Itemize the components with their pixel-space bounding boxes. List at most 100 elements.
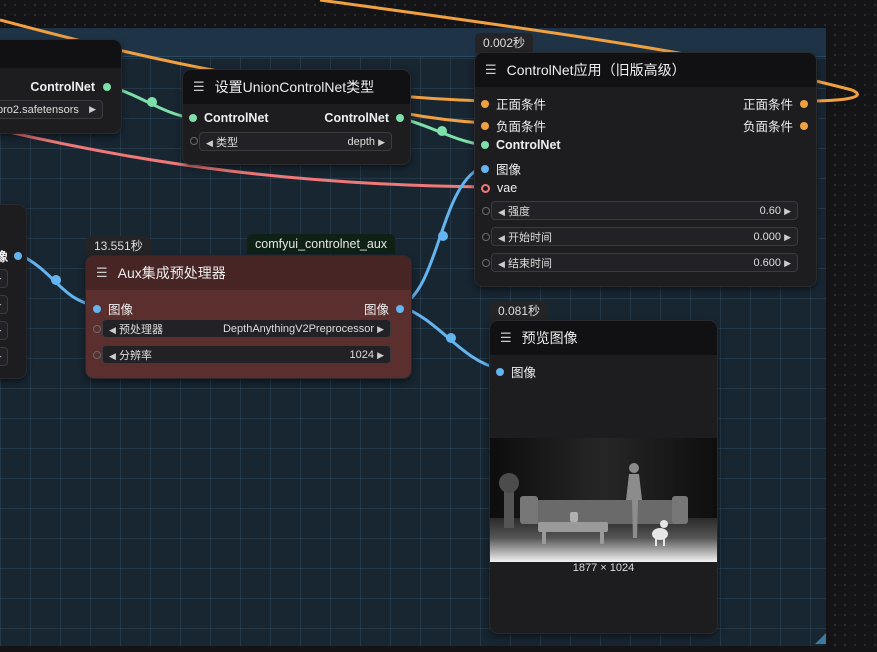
output-label: ControlNet — [30, 80, 95, 94]
widget-input-dot[interactable] — [482, 233, 490, 241]
input-image[interactable]: 图像 — [481, 159, 521, 178]
preprocessor-widget[interactable]: ◀ 预处理器 DepthAnythingV2Preprocessor ▶ — [102, 319, 391, 338]
node-title: 预览图像 — [521, 330, 578, 346]
input-controlnet[interactable]: ControlNet — [481, 138, 561, 152]
output-dot[interactable] — [396, 304, 404, 313]
widget-value: 0.000 — [753, 230, 782, 243]
widget-input-dot[interactable] — [482, 207, 490, 215]
input-dot[interactable] — [496, 367, 504, 376]
node-title-bar[interactable]: ☰ 设置UnionControlNet类型 — [183, 70, 410, 104]
output-dot[interactable] — [396, 114, 404, 122]
input-label: 图像 — [511, 366, 537, 380]
arrow-right-icon[interactable]: ▶ — [89, 104, 96, 115]
wire-midpoint[interactable] — [147, 97, 157, 107]
output-negative[interactable]: 负面条件 — [743, 116, 808, 135]
arrow-left-icon[interactable]: ◀ — [498, 259, 505, 269]
image-source-node[interactable]: 像 ▸ ▸ ▸ ▸ — [0, 205, 26, 378]
widget-label: 分辨率 — [118, 349, 152, 362]
type-widget[interactable]: ◀ 类型 depth ▶ — [199, 132, 392, 151]
input-dot[interactable] — [481, 141, 489, 149]
arrow-right-icon[interactable]: ▶ — [377, 350, 384, 360]
end-percent-widget[interactable]: ◀ 结束时间 0.600 ▶ — [491, 253, 798, 272]
arrow-left-icon[interactable]: ◀ — [109, 351, 116, 361]
node-title-bar[interactable]: ☰ Aux集成预处理器 — [86, 256, 411, 290]
widget-stub[interactable]: ▸ — [0, 269, 8, 288]
input-positive[interactable]: 正面条件 — [481, 94, 546, 113]
model-name-widget[interactable]: pro2.safetensors ▶ — [0, 100, 103, 119]
input-dot[interactable] — [481, 164, 489, 173]
input-dot[interactable] — [481, 121, 489, 130]
input-label: 图像 — [108, 303, 134, 317]
wire-midpoint[interactable] — [437, 126, 447, 136]
model-value: pro2.safetensors — [0, 103, 79, 116]
output-dot[interactable] — [103, 83, 111, 91]
node-title-bar[interactable]: ☰ ControlNet应用（旧版高级） — [475, 53, 816, 87]
arrow-left-icon[interactable]: ◀ — [206, 138, 213, 148]
output-dot[interactable] — [800, 99, 808, 108]
arrow-right-icon[interactable]: ▶ — [377, 324, 384, 334]
widget-input-dot[interactable] — [93, 325, 101, 333]
menu-icon[interactable]: ☰ — [193, 79, 205, 95]
input-dot[interactable] — [189, 114, 197, 122]
output-label: 负面条件 — [742, 120, 793, 134]
depth-map-preview-image[interactable] — [490, 438, 717, 562]
output-image[interactable]: 图像 — [364, 299, 404, 318]
output-positive[interactable]: 正面条件 — [743, 94, 808, 113]
controlnet-loader-node[interactable]: ControlNet pro2.safetensors ▶ — [0, 40, 121, 133]
input-dot[interactable] — [481, 99, 489, 108]
widget-stub[interactable]: ▸ — [0, 347, 8, 366]
menu-icon[interactable]: ☰ — [500, 330, 512, 346]
widget-stub[interactable]: ▸ — [0, 321, 8, 340]
menu-icon[interactable]: ☰ — [96, 265, 108, 281]
widget-input-dot[interactable] — [93, 351, 101, 359]
preview-image-node[interactable]: ☰ 预览图像 图像 1877 × 1024 — [490, 321, 717, 633]
widget-input-dot[interactable] — [190, 137, 198, 145]
widget-input-dot[interactable] — [482, 259, 490, 267]
output-label: 图像 — [363, 303, 389, 317]
widget-value: DepthAnythingV2Preprocessor — [222, 322, 375, 335]
node-canvas[interactable]: ControlNet pro2.safetensors ▶ 像 ▸ ▸ ▸ ▸ … — [0, 0, 877, 652]
output-controlnet[interactable]: ControlNet — [324, 111, 404, 125]
strength-widget[interactable]: ◀ 强度 0.60 ▶ — [491, 201, 798, 220]
start-percent-widget[interactable]: ◀ 开始时间 0.000 ▶ — [491, 227, 798, 246]
arrow-right-icon[interactable]: ▶ — [784, 206, 791, 216]
input-image[interactable]: 图像 — [496, 362, 536, 381]
wire-midpoint[interactable] — [438, 231, 448, 241]
wire-midpoint[interactable] — [446, 333, 456, 343]
menu-icon[interactable]: ☰ — [485, 62, 497, 78]
input-label: 图像 — [496, 163, 522, 177]
output-label: ControlNet — [324, 111, 389, 125]
arrow-right-icon[interactable]: ▶ — [378, 137, 385, 147]
input-dot[interactable] — [93, 304, 101, 313]
output-dot[interactable] — [14, 251, 22, 260]
node-title: Aux集成预处理器 — [117, 265, 226, 281]
controlnet-apply-advanced-node[interactable]: ☰ ControlNet应用（旧版高级） 正面条件 负面条件 ControlNe… — [475, 53, 816, 286]
arrow-right-icon[interactable]: ▶ — [784, 258, 791, 268]
arrow-left-icon[interactable]: ◀ — [109, 325, 116, 335]
input-label: 负面条件 — [496, 120, 547, 134]
arrow-right-icon[interactable]: ▶ — [784, 232, 791, 242]
widget-value: 1024 — [349, 348, 375, 361]
widget-label: 预处理器 — [118, 323, 163, 336]
aux-preprocessor-node[interactable]: ☰ Aux集成预处理器 图像 图像 ◀ 预处理器 DepthAnythingV2… — [86, 256, 411, 378]
widget-stub[interactable]: ▸ — [0, 295, 8, 314]
input-vae[interactable]: vae — [481, 181, 517, 195]
resolution-widget[interactable]: ◀ 分辨率 1024 ▶ — [102, 345, 391, 364]
output-label: 像 — [0, 250, 8, 264]
input-negative[interactable]: 负面条件 — [481, 116, 546, 135]
node-title-bar[interactable] — [0, 40, 121, 68]
wire-midpoint[interactable] — [51, 275, 61, 285]
arrow-left-icon[interactable]: ◀ — [498, 233, 505, 243]
input-image[interactable]: 图像 — [93, 299, 133, 318]
input-dot[interactable] — [481, 183, 490, 193]
node-title-bar[interactable]: ☰ 预览图像 — [490, 321, 717, 355]
output-image[interactable]: 像 — [0, 246, 22, 265]
input-controlnet[interactable]: ControlNet — [189, 111, 269, 125]
node-title: ControlNet应用（旧版高级） — [506, 62, 686, 78]
arrow-left-icon[interactable]: ◀ — [498, 207, 505, 217]
output-dot[interactable] — [800, 121, 808, 130]
widget-label: 结束时间 — [507, 257, 552, 270]
set-union-controlnet-type-node[interactable]: ☰ 设置UnionControlNet类型 ControlNet Control… — [183, 70, 410, 164]
node-title: 设置UnionControlNet类型 — [214, 79, 375, 95]
output-controlnet[interactable]: ControlNet — [30, 80, 111, 94]
